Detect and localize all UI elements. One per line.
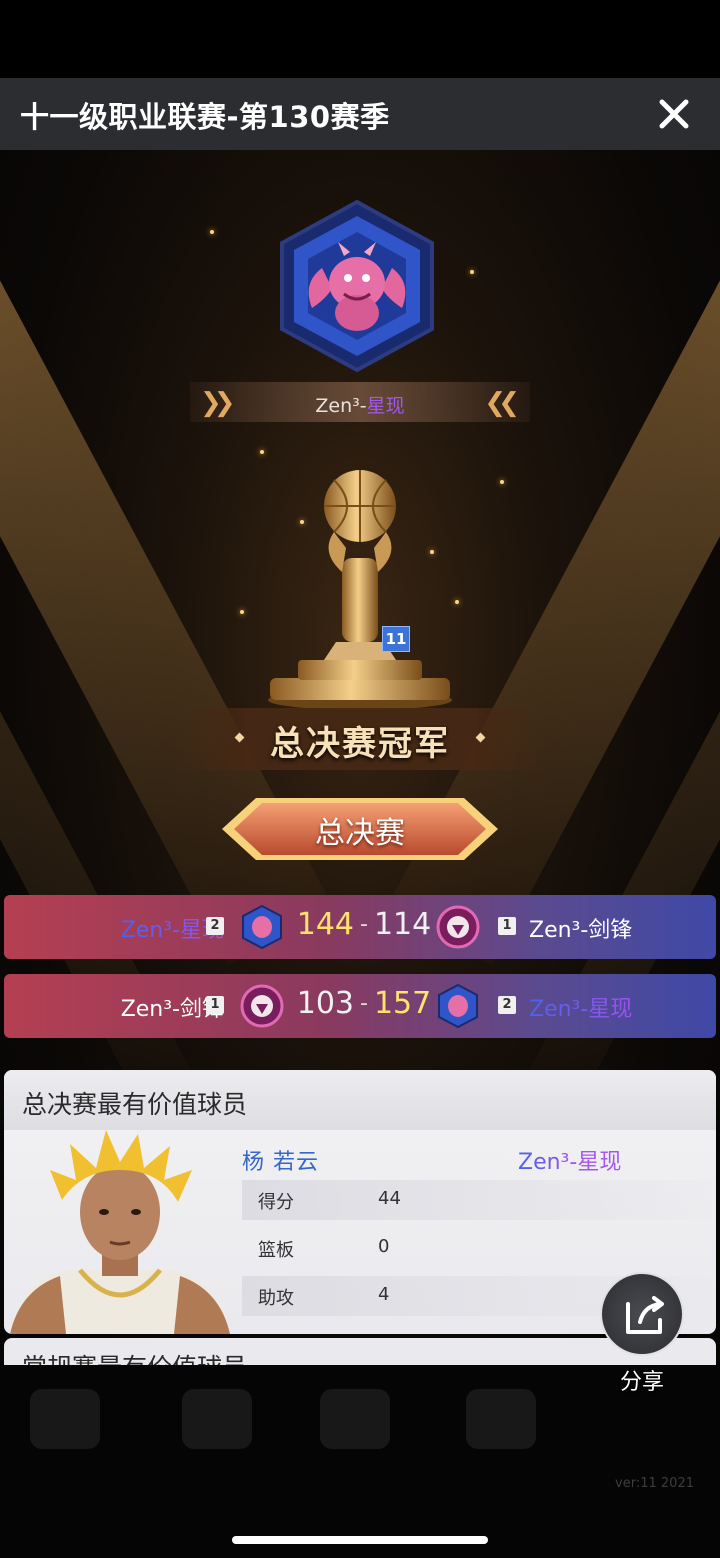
mvp-player-name: 杨 若云: [242, 1150, 319, 1175]
champion-title: 总决赛冠军: [270, 724, 450, 764]
faded-item: [466, 1389, 536, 1449]
right-team-name: Zen³-星现: [529, 997, 633, 1022]
right-team-name: Zen³-剑锋: [529, 918, 633, 943]
player-avatar: [10, 1130, 230, 1334]
home-indicator[interactable]: [232, 1536, 488, 1544]
regular-mvp-title: 常规赛最有价值球员: [22, 1348, 247, 1365]
stat-row-rebounds: 篮板 0: [242, 1228, 712, 1268]
stat-label: 得分: [258, 1192, 294, 1213]
stat-value: 0: [378, 1236, 390, 1257]
sparkle: [470, 270, 474, 274]
champion-title-banner: 总决赛冠军: [170, 708, 550, 770]
page-title: 十一级职业联赛-第130赛季: [20, 100, 390, 134]
close-icon[interactable]: [654, 94, 694, 134]
warrior-logo-icon: [240, 984, 284, 1028]
stat-label: 篮板: [258, 1240, 294, 1261]
dragon-logo-icon: [280, 199, 434, 373]
faded-item: [182, 1389, 252, 1449]
stat-value: 4: [378, 1284, 390, 1305]
finals-button-label: 总决赛: [315, 816, 405, 851]
warrior-logo-icon: [436, 905, 480, 949]
game-result-row[interactable]: Zen³-剑锋 1 103-157 2 Zen³-星现: [4, 974, 716, 1038]
game-result-row[interactable]: Zen³-星现 2 144-114 1 Zen³-剑锋: [4, 895, 716, 959]
champion-team-banner: ❯❯ Zen³-星现 ❮❮: [190, 382, 530, 422]
right-team-seed: 2: [498, 996, 516, 1014]
sparkle: [210, 230, 214, 234]
stat-value: 44: [378, 1188, 401, 1209]
stat-row-points: 得分 44: [242, 1180, 712, 1220]
chevron-left-icon: ❮❮: [484, 388, 519, 418]
share-label: 分享: [619, 1370, 664, 1395]
version-text: ver:11 2021: [615, 1476, 694, 1491]
trophy-icon: [268, 470, 452, 710]
sparkle: [500, 480, 504, 484]
left-team-seed: 1: [206, 996, 224, 1014]
finals-mvp-title: 总决赛最有价值球员: [22, 1090, 248, 1119]
finals-mvp-header: 总决赛最有价值球员: [4, 1070, 716, 1130]
sparkle: [240, 610, 244, 614]
game-score: 144-114: [296, 907, 432, 942]
share-button[interactable]: [600, 1272, 684, 1356]
dragon-logo-icon: [242, 905, 282, 949]
faded-item: [320, 1389, 390, 1449]
mvp-team-name: Zen³-星现: [518, 1150, 622, 1175]
finals-stage-button[interactable]: 总决赛: [220, 796, 500, 862]
left-team-seed: 2: [206, 917, 224, 935]
game-score: 103-157: [296, 986, 432, 1021]
sparkle: [260, 450, 264, 454]
share-icon: [626, 1296, 664, 1334]
champion-team-name: Zen³-星现: [315, 395, 405, 417]
dragon-logo-icon: [438, 984, 478, 1028]
trophy-level-badge: 11: [382, 626, 410, 652]
top-bar: 十一级职业联赛-第130赛季: [0, 78, 720, 150]
stat-label: 助攻: [258, 1288, 294, 1309]
right-team-seed: 1: [498, 917, 516, 935]
faded-item: [30, 1389, 100, 1449]
